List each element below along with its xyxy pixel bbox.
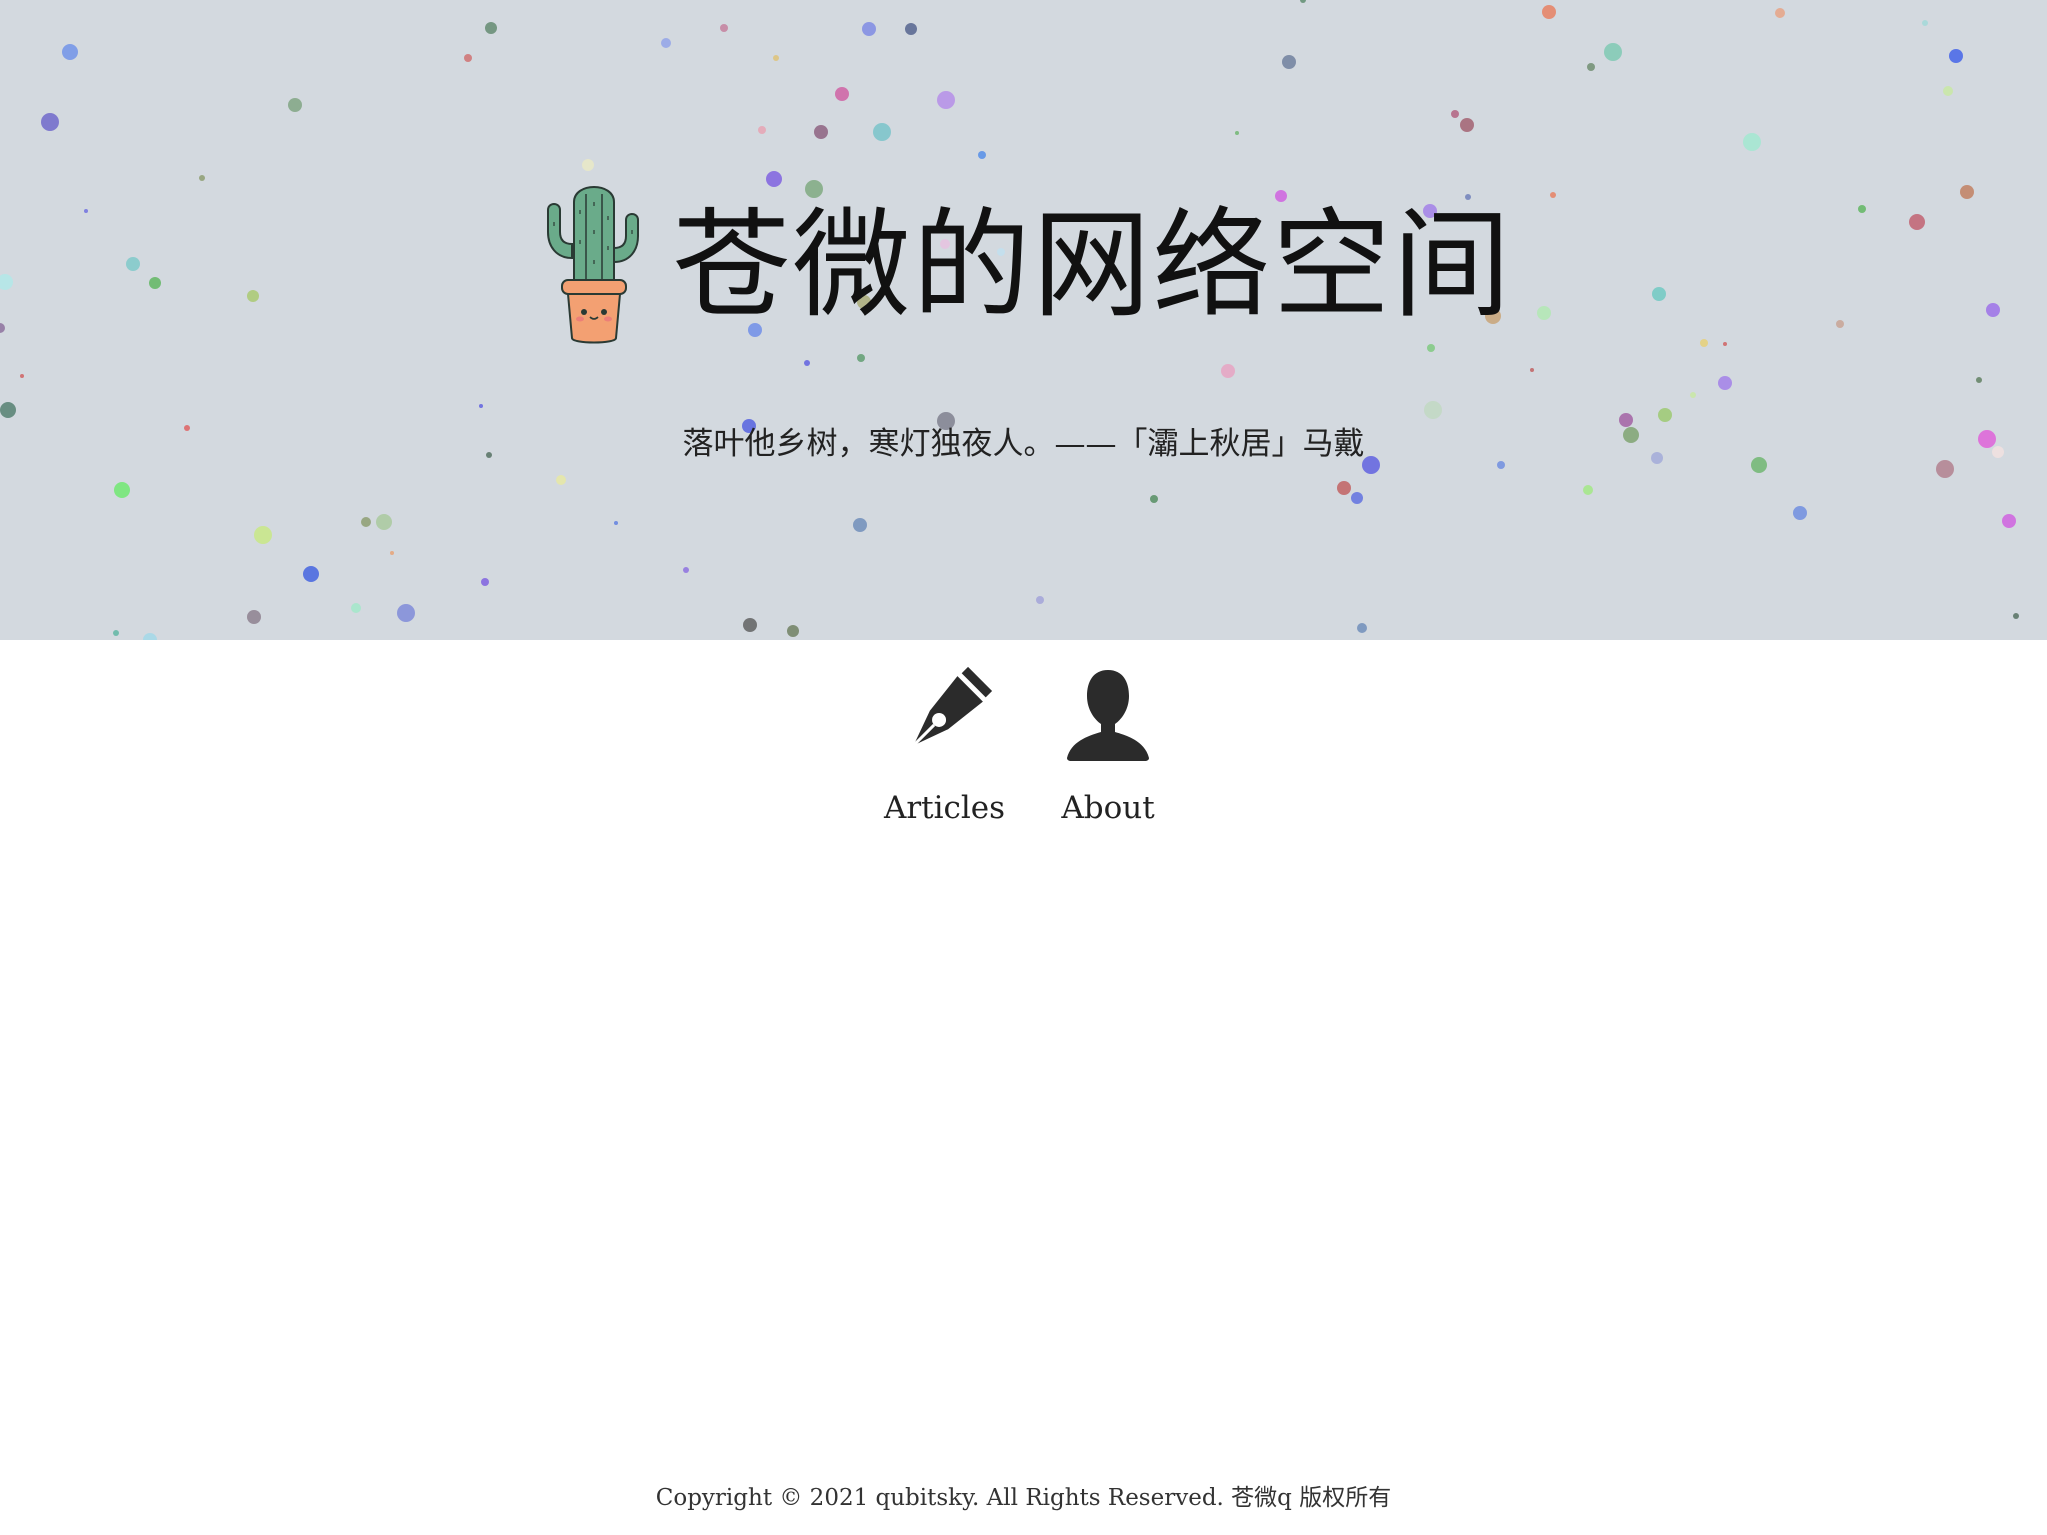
site-motto: 落叶他乡树，寒灯独夜人。——「灞上秋居」马戴 <box>682 426 1365 462</box>
nav-label-about: About <box>1061 790 1155 826</box>
nav-item-articles[interactable]: Articles <box>884 660 1005 826</box>
site-title: 苍微的网络空间 <box>672 196 1513 334</box>
footer-copyright: Copyright © 2021 qubitsky. All Rights Re… <box>655 1485 1392 1511</box>
nav-label-articles: Articles <box>883 790 1006 826</box>
user-silhouette-icon <box>1067 670 1150 761</box>
hero-banner: 苍微的网络空间 落叶他乡树，寒灯独夜人。——「灞上秋居」马戴 <box>0 0 2047 640</box>
fountain-pen-icon <box>913 666 993 747</box>
nav-item-about[interactable]: About <box>1053 660 1163 826</box>
title-row: 苍微的网络空间 <box>0 175 2047 355</box>
cactus-in-pot-icon <box>547 186 640 344</box>
main-nav: Articles About <box>0 660 2047 826</box>
